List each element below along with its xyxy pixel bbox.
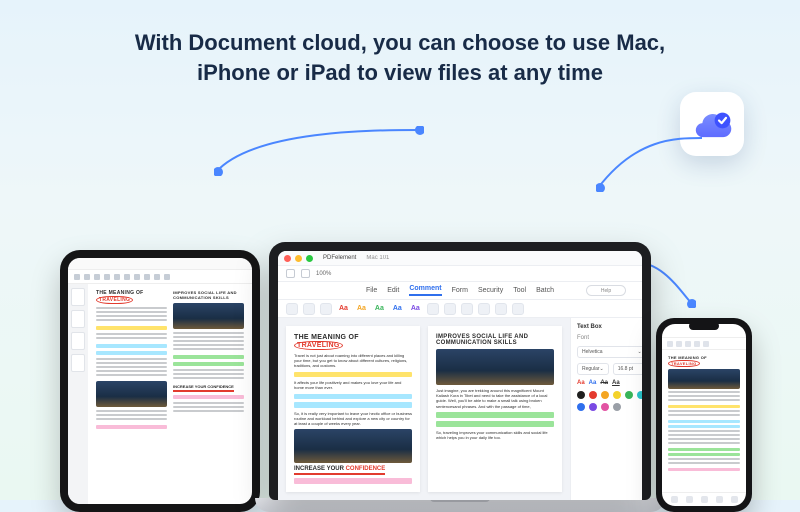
window-titlebar: PDFelement Mac 101	[278, 251, 642, 266]
text-strike-option[interactable]: Aa	[600, 380, 608, 386]
tool-shape-icon[interactable]	[461, 303, 473, 315]
ipad-device: THE MEANING OFTRAVELING IMPROVES SOCIAL …	[60, 250, 260, 512]
macbook-device: PDFelement Mac 101 100% File Edit Commen…	[269, 242, 651, 512]
font-size-field[interactable]: 16.8 pt	[613, 363, 642, 375]
article-photo	[173, 303, 244, 329]
article-photo	[436, 349, 554, 385]
text-color-option[interactable]: Aa	[391, 305, 404, 312]
tool-attachment-icon[interactable]	[512, 303, 524, 315]
main-menu: File Edit Comment Form Security Tool Bat…	[278, 282, 642, 300]
menu-comment[interactable]: Comment	[409, 285, 441, 296]
tool-textbox-icon[interactable]	[444, 303, 456, 315]
color-swatch[interactable]	[613, 391, 621, 399]
text-color-option[interactable]: Aa	[409, 305, 422, 312]
traffic-light-minimize[interactable]	[295, 255, 302, 262]
tool-underline-icon[interactable]	[303, 303, 315, 315]
article-photo	[668, 369, 740, 389]
article-photo	[96, 381, 167, 407]
color-swatch[interactable]	[601, 391, 609, 399]
document-page-2: IMPROVES SOCIAL LIFE AND COMMUNICATION S…	[428, 326, 562, 492]
iphone-toolbar	[662, 338, 746, 350]
color-swatch[interactable]	[601, 403, 609, 411]
tab-inactive[interactable]: Mac 101	[366, 255, 389, 261]
chevron-down-icon: ⌄	[638, 349, 642, 355]
menu-edit[interactable]: Edit	[387, 287, 399, 294]
properties-panel: Text Box Font Helvetica⌄ Regular⌄ 16.8 p…	[570, 318, 642, 500]
ipad-thumbnail-rail	[68, 284, 88, 504]
tool-highlight-icon[interactable]	[286, 303, 298, 315]
document-page-1: THE MEANING OFTRAVELING Travel is not ju…	[286, 326, 420, 492]
text-color-option[interactable]: Aa	[355, 305, 368, 312]
comment-toolbar: Aa Aa Aa Aa Aa	[278, 300, 642, 318]
tool-signature-icon[interactable]	[495, 303, 507, 315]
ipad-toolbar	[68, 270, 252, 284]
text-underline-option[interactable]: Aa	[612, 380, 620, 386]
chevron-down-icon: ⌄	[600, 366, 604, 372]
menu-batch[interactable]: Batch	[536, 287, 554, 294]
color-swatch[interactable]	[625, 391, 633, 399]
help-search[interactable]: Help	[586, 285, 626, 296]
text-color-option[interactable]: Aa	[337, 305, 350, 312]
font-weight-select[interactable]: Regular⌄	[577, 363, 609, 375]
font-family-select[interactable]: Helvetica⌄	[577, 346, 642, 358]
panel-title: Text Box	[577, 324, 642, 330]
tool-note-icon[interactable]	[427, 303, 439, 315]
text-color-option[interactable]: Aa	[589, 380, 597, 386]
tool-stamp-icon[interactable]	[478, 303, 490, 315]
article-photo	[294, 429, 412, 463]
color-swatch[interactable]	[589, 403, 597, 411]
menu-tool[interactable]: Tool	[513, 287, 526, 294]
color-swatch[interactable]	[589, 391, 597, 399]
document-canvas: THE MEANING OFTRAVELING Travel is not ju…	[278, 318, 570, 500]
ipad-document-page: THE MEANING OFTRAVELING IMPROVES SOCIAL …	[88, 284, 252, 504]
sidebar-toggle-icon[interactable]	[286, 269, 295, 278]
color-swatch[interactable]	[577, 403, 585, 411]
tool-strike-icon[interactable]	[320, 303, 332, 315]
iphone-tabbar	[662, 492, 746, 506]
color-swatch[interactable]	[613, 403, 621, 411]
color-swatch[interactable]	[637, 391, 642, 399]
view-mode-icon[interactable]	[301, 269, 310, 278]
iphone-statusbar	[662, 324, 746, 338]
traffic-light-zoom[interactable]	[306, 255, 313, 262]
text-color-option[interactable]: Aa	[577, 380, 585, 386]
iphone-document-page: THE MEANING OFTRAVELING	[662, 350, 746, 492]
marketing-headline: With Document cloud, you can choose to u…	[0, 0, 800, 87]
traffic-light-close[interactable]	[284, 255, 291, 262]
zoom-level[interactable]: 100%	[316, 271, 331, 277]
menu-security[interactable]: Security	[478, 287, 503, 294]
menu-file[interactable]: File	[366, 287, 377, 294]
text-color-option[interactable]: Aa	[373, 305, 386, 312]
view-bar: 100%	[278, 266, 642, 282]
font-label: Font	[577, 335, 642, 341]
color-swatch[interactable]	[577, 391, 585, 399]
tab-active[interactable]: PDFelement	[323, 255, 356, 261]
color-swatches	[577, 391, 642, 411]
iphone-device: THE MEANING OFTRAVELING	[656, 318, 752, 512]
menu-form[interactable]: Form	[452, 287, 468, 294]
